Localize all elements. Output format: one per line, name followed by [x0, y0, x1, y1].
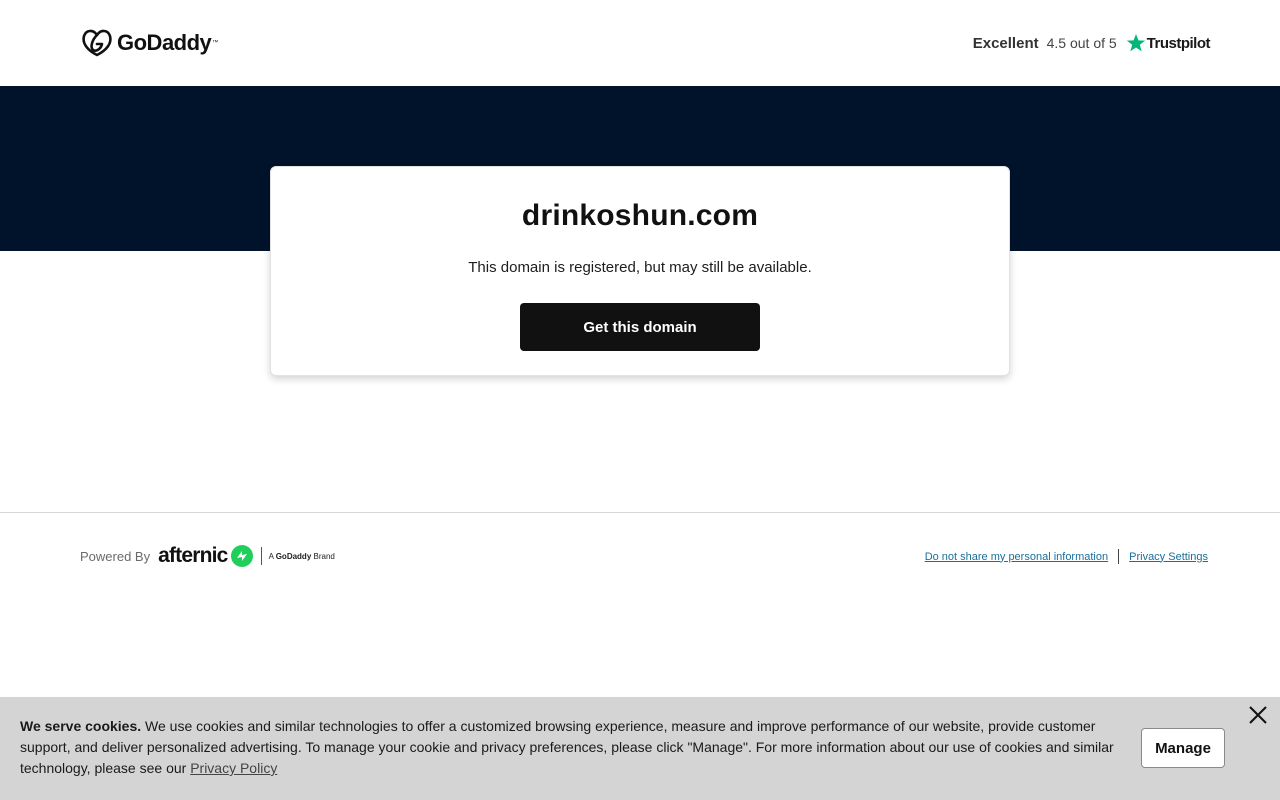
powered-by: Powered By afternic A GoDaddy Brand: [80, 543, 335, 569]
privacy-settings-link[interactable]: Privacy Settings: [1129, 551, 1208, 563]
cookie-body: We use cookies and similar technologies …: [20, 718, 1114, 776]
footer-divider: [0, 512, 1280, 513]
afternic-logo-icon: [230, 545, 253, 567]
manage-cookies-button[interactable]: Manage: [1141, 728, 1225, 768]
logo-trademark: ™: [212, 40, 219, 46]
trustpilot-rating[interactable]: Excellent 4.5 out of 5 Trustpilot: [972, 30, 1211, 56]
domain-name: drinkoshun.com: [521, 199, 759, 232]
domain-card: drinkoshun.com This domain is registered…: [270, 166, 1010, 376]
do-not-share-link[interactable]: Do not share my personal information: [925, 551, 1108, 563]
trustpilot-label: Trustpilot: [1146, 34, 1211, 52]
godaddy-brand-tag: A GoDaddy Brand: [269, 552, 335, 561]
rating-word: Excellent: [972, 34, 1039, 52]
privacy-policy-link[interactable]: Privacy Policy: [190, 760, 277, 776]
rating-score: 4.5 out of 5: [1046, 35, 1117, 51]
brand-tag-name: GoDaddy: [275, 551, 312, 561]
site-header: GoDaddy ™ Excellent 4.5 out of 5 Trustpil…: [0, 0, 1280, 86]
powered-by-label: Powered By: [80, 548, 151, 564]
cookie-title: We serve cookies.: [20, 718, 142, 734]
cookie-banner: We serve cookies. We use cookies and sim…: [0, 697, 1280, 800]
cookie-text: We serve cookies. We use cookies and sim…: [20, 716, 1130, 779]
godaddy-logo-icon: [82, 29, 112, 57]
close-icon[interactable]: [1247, 704, 1269, 726]
footer-link-separator: [1118, 549, 1120, 564]
get-this-domain-button[interactable]: Get this domain: [520, 303, 760, 351]
brand-tag-suffix: Brand: [313, 551, 335, 561]
logo-text: GoDaddy: [117, 30, 212, 55]
brand-separator: [260, 547, 262, 565]
brand-tag-prefix: A: [268, 551, 274, 561]
godaddy-logo[interactable]: GoDaddy ™: [81, 28, 218, 58]
footer-links: Do not share my personal information Pri…: [925, 549, 1208, 564]
trustpilot-star-icon: [1126, 34, 1145, 52]
afternic-logo-text[interactable]: afternic: [158, 544, 228, 568]
domain-status: This domain is registered, but may still…: [468, 259, 812, 276]
